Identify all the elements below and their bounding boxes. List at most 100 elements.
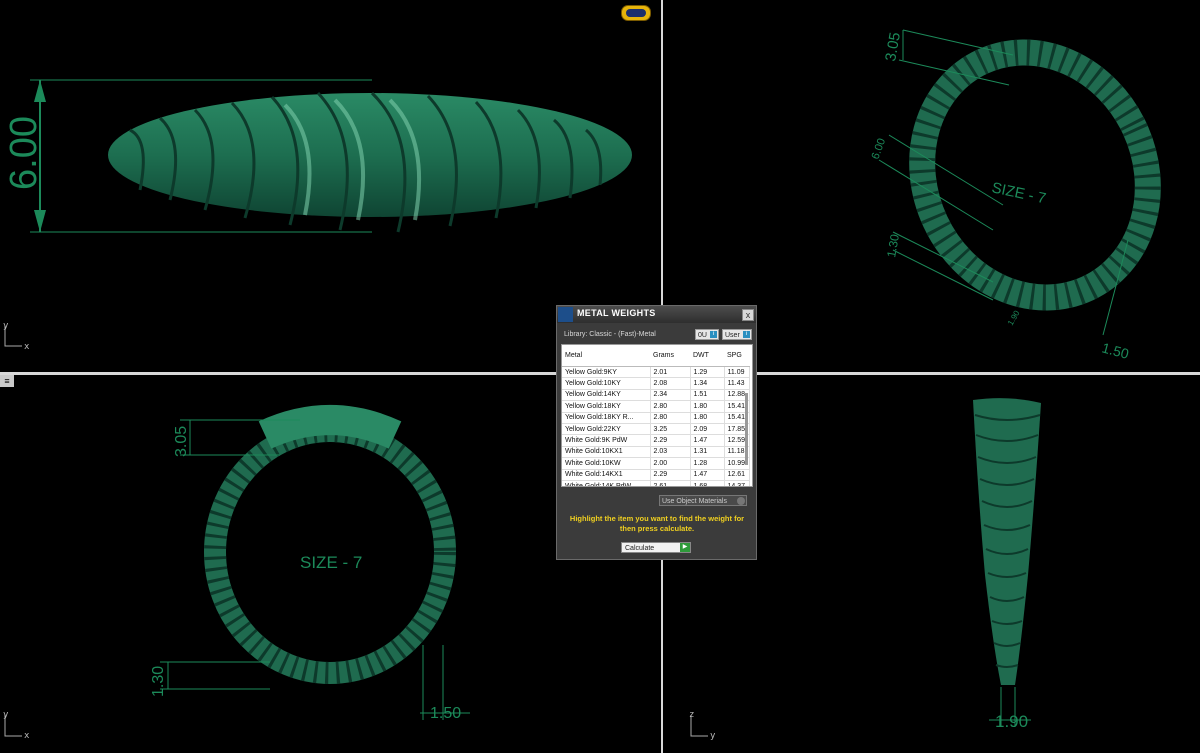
cell-metal: Yellow Gold:18KY R... — [562, 412, 651, 424]
cell-grams: 2.80 — [650, 412, 691, 424]
cell-dwt: 1.29 — [690, 366, 725, 379]
cell-dwt: 1.80 — [690, 412, 725, 424]
perspective-dim-top: 3.05 — [882, 31, 904, 63]
cell-dwt: 1.51 — [690, 389, 725, 402]
table-row[interactable]: White Gold:9K PdW 2.29 1.47 12.59 — [562, 434, 750, 447]
instruction-text: Highlight the item you want to find the … — [569, 514, 745, 533]
cell-grams: 2.08 — [650, 377, 691, 390]
cell-grams: 2.29 — [650, 434, 691, 447]
cell-spg: 14.37 — [724, 480, 750, 486]
cell-spg: 11.43 — [724, 377, 750, 390]
metal-table[interactable]: Metal Grams DWT SPG Yellow Gold:9KY 2.01 1… — [561, 344, 753, 487]
cell-dwt: 1.68 — [690, 480, 725, 486]
cell-metal: White Gold:14K PdW — [562, 480, 651, 486]
cell-metal: White Gold:10KX1 — [562, 446, 651, 459]
table-row[interactable]: Yellow Gold:22KY 3.25 2.09 17.85 — [562, 423, 750, 436]
axis-x-label: x — [24, 342, 30, 352]
dialog-app-icon — [558, 307, 573, 322]
front-dim-low: 1.30 — [150, 666, 167, 697]
table-row[interactable]: White Gold:10KX1 2.03 1.31 11.18 — [562, 446, 750, 459]
column-header-spg[interactable]: SPG — [724, 345, 750, 367]
perspective-size-label: SIZE - 7 — [990, 179, 1047, 207]
library-label: Library: Classic - (Fast)-Metal — [564, 331, 656, 338]
axis-y-label: y — [3, 321, 9, 331]
table-body: Yellow Gold:9KY 2.01 1.29 11.09 Yellow Gold:… — [562, 366, 750, 486]
info-icon: i — [710, 331, 717, 338]
perspective-dim-tiny: 1.90 — [1006, 309, 1022, 327]
cell-metal: Yellow Gold:9KY — [562, 366, 651, 379]
use-object-materials-dropdown[interactable]: Use Object Materials — [659, 495, 747, 506]
metal-weights-dialog: METAL WEIGHTS x Library: Classic - (Fast… — [556, 305, 757, 560]
cell-metal: White Gold:14KX1 — [562, 469, 651, 481]
front-dim-top: 3.05 — [173, 426, 190, 457]
table-row[interactable]: White Gold:10KW 2.00 1.28 10.99 — [562, 457, 750, 470]
axis-x-label: x — [24, 731, 30, 741]
dim-arrow-up — [34, 80, 46, 102]
unit-button[interactable]: 0U i — [695, 329, 719, 340]
axis-y-label: y — [3, 710, 9, 720]
dim-arrow-down — [34, 210, 46, 232]
dimension-height-label: 6.00 — [3, 116, 45, 190]
axis-y-label: y — [710, 731, 716, 741]
column-header-metal[interactable]: Metal — [562, 345, 650, 367]
cell-dwt: 1.28 — [690, 457, 725, 470]
info-icon: i — [743, 331, 750, 338]
profile-dim-bottom: 1.90 — [995, 712, 1028, 731]
cell-dwt: 1.34 — [690, 377, 725, 390]
cell-grams: 3.25 — [650, 423, 691, 436]
dialog-title: METAL WEIGHTS — [577, 308, 656, 318]
cell-metal: White Gold:9K PdW — [562, 434, 651, 447]
cell-grams: 2.61 — [650, 480, 691, 486]
perspective-dim-low: 1.30 — [884, 233, 902, 259]
calculate-button-label: Calculate — [625, 545, 655, 552]
cell-metal: Yellow Gold:22KY — [562, 423, 651, 436]
ring-front-top-twist — [258, 405, 402, 449]
table-row[interactable]: Yellow Gold:10KY 2.08 1.34 11.43 — [562, 377, 750, 390]
viewport-menu-icon[interactable]: ≡ — [0, 375, 14, 387]
table-row[interactable]: White Gold:14K PdW 2.61 1.68 14.37 — [562, 480, 750, 486]
calculate-button[interactable]: Calculate ▶ — [621, 542, 691, 553]
close-button[interactable]: x — [742, 309, 754, 321]
table-header-row: Metal Grams DWT SPG — [562, 345, 750, 367]
cell-metal: Yellow Gold:10KY — [562, 377, 651, 390]
band-body — [108, 93, 632, 217]
cell-grams: 2.34 — [650, 389, 691, 402]
cell-grams: 2.00 — [650, 457, 691, 470]
user-button[interactable]: User i — [722, 329, 752, 340]
column-header-dwt[interactable]: DWT — [690, 345, 724, 367]
table-row[interactable]: White Gold:14KX1 2.29 1.47 12.61 — [562, 469, 750, 481]
column-header-grams[interactable]: Grams — [650, 345, 690, 367]
unit-button-label: 0U — [698, 332, 707, 339]
axis-z-label: z — [689, 710, 695, 720]
vertical-scrollbar[interactable] — [745, 393, 748, 465]
cell-metal: Yellow Gold:14KY — [562, 389, 651, 402]
cell-grams: 2.01 — [650, 366, 691, 379]
cell-grams: 2.29 — [650, 469, 691, 481]
cell-dwt: 1.31 — [690, 446, 725, 459]
table-row[interactable]: Yellow Gold:18KY R... 2.80 1.80 15.41 — [562, 412, 750, 424]
cell-metal: White Gold:10KW — [562, 457, 651, 470]
cell-metal: Yellow Gold:18KY — [562, 400, 651, 413]
front-size-label: SIZE - 7 — [300, 553, 362, 572]
cell-dwt: 1.80 — [690, 400, 725, 413]
app-logo-icon — [621, 5, 651, 21]
cell-dwt: 2.09 — [690, 423, 725, 436]
table-row[interactable]: Yellow Gold:14KY 2.34 1.51 12.88 — [562, 389, 750, 402]
cell-spg: 11.09 — [724, 366, 750, 379]
cell-dwt: 1.47 — [690, 469, 725, 481]
front-dim-bottom: 1.50 — [430, 705, 461, 722]
play-icon: ▶ — [680, 543, 690, 552]
dialog-titlebar[interactable]: METAL WEIGHTS x — [557, 306, 756, 323]
perspective-dim-bottom: 1.50 — [1100, 339, 1131, 362]
user-button-label: User — [725, 332, 740, 339]
ring-perspective-band — [909, 39, 1161, 311]
perspective-dim-mid: 6.00 — [870, 137, 889, 161]
table-row[interactable]: Yellow Gold:18KY 2.80 1.80 15.41 — [562, 400, 750, 413]
dropdown-arrow-icon — [737, 497, 745, 505]
cell-grams: 2.03 — [650, 446, 691, 459]
table-row[interactable]: Yellow Gold:9KY 2.01 1.29 11.09 — [562, 366, 750, 379]
cell-grams: 2.80 — [650, 400, 691, 413]
use-object-materials-label: Use Object Materials — [662, 498, 727, 505]
cell-dwt: 1.47 — [690, 434, 725, 447]
cell-spg: 12.61 — [724, 469, 750, 481]
